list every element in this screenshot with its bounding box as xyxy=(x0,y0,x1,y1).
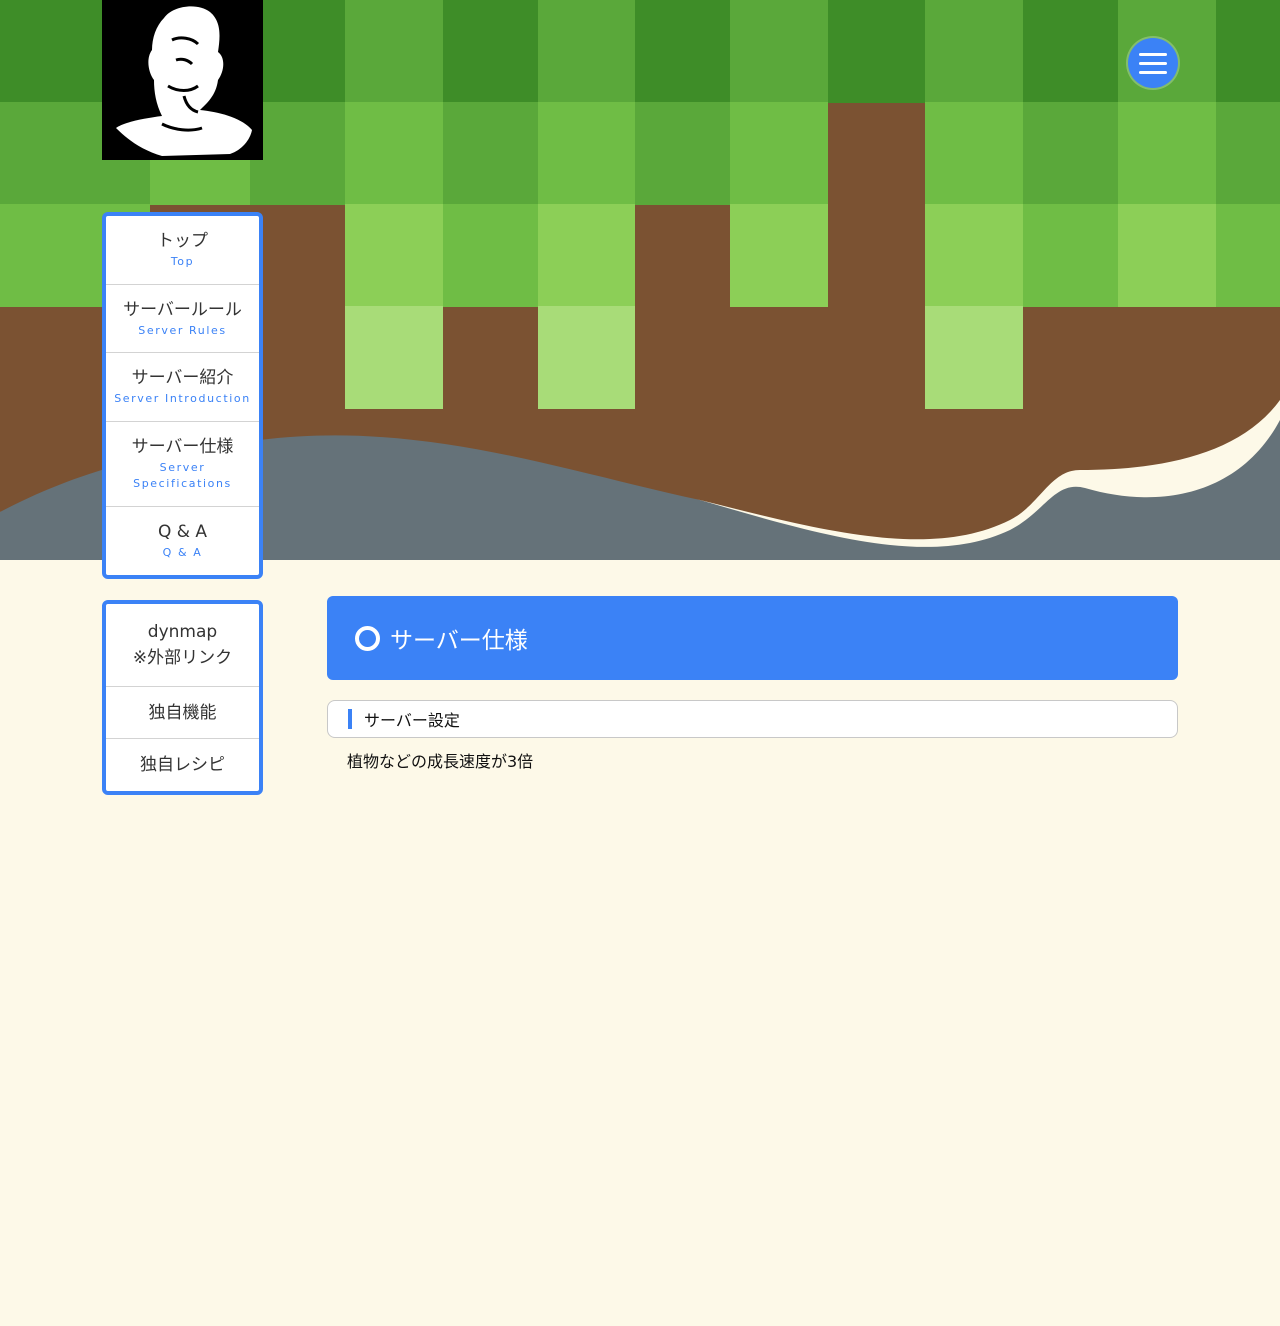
heading-accent-bar xyxy=(348,709,352,729)
grass-block xyxy=(1216,0,1280,103)
grass-block xyxy=(828,0,925,103)
grass-block xyxy=(538,204,635,307)
nav-item-label: サーバー紹介 xyxy=(131,368,234,388)
nav-item-qa[interactable]: Q & A Q & A xyxy=(106,507,259,575)
nav-item-sublabel: Server Specifications xyxy=(133,461,232,490)
grass-block xyxy=(443,0,538,103)
grass-block xyxy=(345,204,443,307)
grass-block xyxy=(635,0,730,103)
nav-item-label: 独自機能 xyxy=(148,702,217,723)
hamburger-icon-line xyxy=(1139,62,1167,65)
grass-block xyxy=(1118,204,1216,307)
hamburger-icon-line xyxy=(1139,53,1167,56)
grass-block xyxy=(345,0,443,103)
hamburger-menu-button[interactable] xyxy=(1128,38,1178,88)
grass-block xyxy=(443,204,538,307)
page-title-bar: サーバー仕様 xyxy=(327,596,1178,680)
grass-block xyxy=(250,102,345,205)
grass-block xyxy=(925,102,1023,205)
nav-item-top[interactable]: トップ Top xyxy=(106,216,259,285)
nav-item-sublabel: Q & A xyxy=(162,546,203,559)
grass-block xyxy=(345,102,443,205)
portrait-logo-icon xyxy=(102,0,263,160)
grass-block xyxy=(1216,204,1280,307)
grass-block xyxy=(730,102,828,205)
nav-item-custom-recipes[interactable]: 独自レシピ xyxy=(106,739,259,791)
grass-block xyxy=(925,204,1023,307)
circle-icon xyxy=(355,625,380,651)
nav-item-external-note: ※外部リンク xyxy=(132,648,233,668)
section-body-text: 植物などの成長速度が3倍 xyxy=(347,752,534,771)
section-heading: サーバー設定 xyxy=(327,700,1178,738)
grass-block xyxy=(345,306,443,409)
grass-block xyxy=(1118,102,1216,205)
grass-block xyxy=(538,0,635,103)
grass-block xyxy=(635,102,730,205)
site-logo[interactable] xyxy=(102,0,263,160)
nav-item-label: サーバールール xyxy=(123,299,242,320)
nav-item-server-rules[interactable]: サーバールール Server Rules xyxy=(106,285,259,353)
grass-block xyxy=(1216,102,1280,205)
nav-item-sublabel: Server Introduction xyxy=(114,392,251,405)
grass-block xyxy=(1023,204,1118,307)
grass-block xyxy=(730,204,828,307)
nav-item-dynmap[interactable]: dynmap ※外部リンク xyxy=(106,604,259,687)
nav-item-label: トップ xyxy=(157,231,208,251)
hamburger-icon-line xyxy=(1139,71,1167,74)
grass-block xyxy=(538,102,635,205)
nav-item-server-introduction[interactable]: サーバー紹介 Server Introduction xyxy=(106,353,259,422)
grass-block xyxy=(925,306,1023,409)
nav-item-server-specifications[interactable]: サーバー仕様 Server Specifications xyxy=(106,422,259,507)
grass-block xyxy=(730,0,828,103)
nav-item-label: dynmap xyxy=(147,622,218,642)
grass-block xyxy=(1023,102,1118,205)
grass-block xyxy=(443,102,538,205)
section-heading-text: サーバー設定 xyxy=(364,711,460,730)
grass-block xyxy=(538,306,635,409)
page-title: サーバー仕様 xyxy=(390,628,528,654)
grass-block xyxy=(1023,0,1118,103)
nav-item-label: Q & A xyxy=(157,522,208,542)
grass-block xyxy=(250,0,345,103)
nav-item-label: サーバー仕様 xyxy=(131,437,234,457)
nav-item-label: 独自レシピ xyxy=(140,755,225,775)
nav-item-sublabel: Server Rules xyxy=(138,323,227,337)
sub-navigation: dynmap ※外部リンク 独自機能 独自レシピ xyxy=(102,600,263,795)
nav-item-sublabel: Top xyxy=(170,255,195,268)
grass-block xyxy=(925,0,1023,103)
nav-item-custom-features[interactable]: 独自機能 xyxy=(106,687,259,739)
main-navigation: トップ Top サーバールール Server Rules サーバー紹介 Serv… xyxy=(102,212,263,579)
